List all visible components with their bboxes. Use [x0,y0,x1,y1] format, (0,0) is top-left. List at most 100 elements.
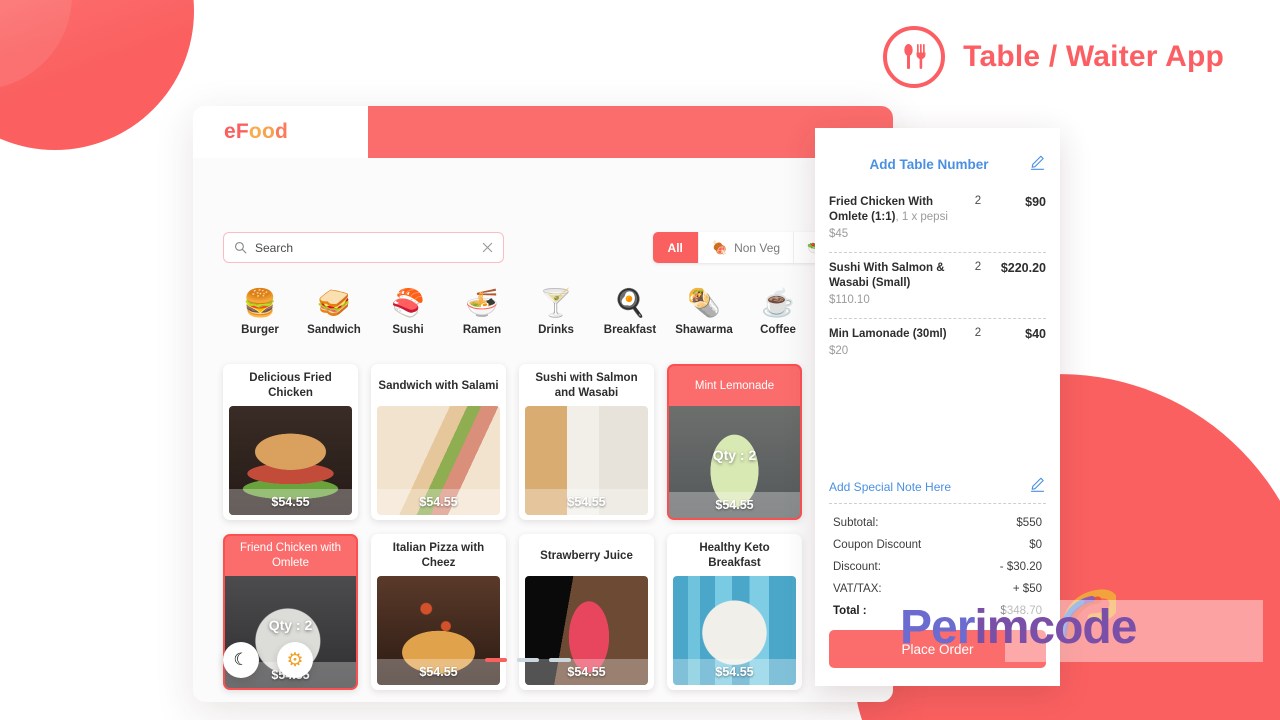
product-card[interactable]: Delicious Fried Chicken $54.55 [223,364,358,520]
total-value: $550 [1016,517,1042,529]
receipt-divider [829,318,1046,319]
pencil-icon[interactable] [1029,476,1046,497]
product-title: Delicious Fried Chicken [249,372,332,399]
table-number-row: Add Table Number [829,154,1046,177]
watermark-part1: Per [900,601,975,654]
category-breakfast[interactable]: 🍳 Breakfast [593,286,667,336]
moon-icon: ☾ [233,650,249,669]
total-label: Subtotal: [833,517,879,529]
filter-non-veg-label: Non Veg [734,240,781,255]
filter-all-button[interactable]: All [652,232,699,263]
watermark-text: Perimcode [900,600,1137,655]
category-burger[interactable]: 🍔 Burger [223,286,297,336]
category-label: Shawarma [675,324,733,336]
order-item-price: $40 [1025,327,1046,341]
filter-non-veg-button[interactable]: 🍖 Non Veg [698,232,795,263]
receipt-divider [829,252,1046,253]
logo-letter-o1: o [248,120,262,143]
category-shawarma[interactable]: 🌯 Shawarma [667,286,741,336]
category-drinks[interactable]: 🍸 Drinks [519,286,593,336]
total-label: Coupon Discount [833,539,922,551]
product-title: Healthy Keto Breakfast [699,542,770,569]
order-item[interactable]: Fried Chicken With Omlete (1:1), 1 x pep… [829,195,1046,248]
category-label: Sushi [392,324,424,336]
app-logo-cell[interactable]: eFood [193,106,368,158]
settings-button[interactable]: ⚙ [277,642,313,678]
category-label: Ramen [462,324,502,336]
meat-icon: 🍖 [711,239,729,255]
order-item-name-text: Min Lamonade (30ml) [829,328,947,340]
total-row-subtotal: Subtotal: $550 [829,512,1046,534]
brand-title: Table / Waiter App [963,40,1224,73]
coffee-icon: ☕ [761,288,795,318]
close-icon[interactable] [482,242,493,253]
product-card[interactable]: Sandwich with Salami $54.55 [371,364,506,520]
order-item[interactable]: Sushi With Salmon & Wasabi (Small) 2 $22… [829,261,1046,314]
pagination-dot-3[interactable] [549,658,571,662]
search-input-text: Search [255,240,294,255]
product-title: Sushi with Salmon and Wasabi [535,372,638,399]
total-label: VAT/TAX: [833,583,882,595]
product-image: Qty : 2 $54.55 [669,406,800,518]
filter-all-label: All [667,240,683,255]
app-window: eFood Search All 🍖 Non Veg 🍔 Burger 🥪 Sa… [193,106,893,702]
category-label: Breakfast [603,324,657,336]
spoon-fork-circle-icon [883,26,946,88]
total-row-discount: Discount: - $30.20 [829,556,1046,578]
receipt-spacer [829,365,1046,476]
category-sandwich[interactable]: 🥪 Sandwich [297,286,371,336]
pagination-dot-2[interactable] [517,658,539,662]
product-price: $54.55 [669,492,800,518]
app-footer: ☾ ⚙ [223,642,871,678]
product-price: $54.55 [377,489,500,515]
app-header: eFood [193,106,893,158]
pagination [485,658,571,662]
category-strip: 🍔 Burger 🥪 Sandwich 🍣 Sushi 🍜 Ramen 🍸 Dr… [223,286,863,336]
dark-mode-toggle[interactable]: ☾ [223,642,259,678]
order-item-name-text: Sushi With Salmon & Wasabi (Small) [829,262,945,289]
search-filter-row: Search All 🍖 Non Veg 🥗 Veg [223,232,863,263]
category-coffee[interactable]: ☕ Coffee [741,286,815,336]
product-title: Friend Chicken with Omlete [240,542,341,569]
search-icon [234,241,247,254]
product-image: $54.55 [229,406,352,515]
order-item-name: Min Lamonade (30ml) [829,327,966,342]
logo-letter-f: F [235,120,249,143]
special-note-row: Add Special Note Here [829,476,1046,499]
pagination-dot-1[interactable] [485,658,507,662]
product-card[interactable]: Sushi with Salmon and Wasabi $54.55 [519,364,654,520]
brand-header: Table / Waiter App [883,26,1224,88]
product-price: $54.55 [525,489,648,515]
product-title: Italian Pizza with Cheez [392,542,485,569]
category-label: Sandwich [307,324,361,336]
app-body: Search All 🍖 Non Veg 🥗 Veg [193,158,893,702]
category-label: Burger [241,324,279,336]
order-item-qty: 2 [974,261,982,273]
total-value: + $50 [1012,583,1042,595]
order-item-qty: 2 [974,327,982,339]
add-table-number-link[interactable]: Add Table Number [829,157,1029,172]
pencil-icon[interactable] [1029,154,1046,175]
order-item[interactable]: Min Lamonade (30ml) 2 $40 $20 [829,327,1046,365]
burger-icon: 🍔 [243,288,277,318]
category-sushi[interactable]: 🍣 Sushi [371,286,445,336]
product-price: $54.55 [229,489,352,515]
order-item-price: $90 [1025,195,1046,209]
efood-logo: eFood [224,120,288,144]
search-input[interactable]: Search [223,232,504,263]
product-image: $54.55 [525,406,648,515]
order-items-list: Fried Chicken With Omlete (1:1), 1 x pep… [829,195,1046,365]
logo-letter-d: d [274,120,289,143]
total-row-coupon-discount: Coupon Discount $0 [829,534,1046,556]
order-item-unit-price: $20 [829,345,849,357]
product-card-selected[interactable]: Mint Lemonade Qty : 2 $54.55 [667,364,802,520]
burrito-icon: 🌯 [687,288,721,318]
receipt-zigzag-edge [815,128,1060,135]
logo-letter-o2: o [261,120,275,143]
order-item-addons: , 1 x pepsi [895,211,948,223]
add-special-note-link[interactable]: Add Special Note Here [829,480,1029,494]
category-ramen[interactable]: 🍜 Ramen [445,286,519,336]
watermark-part2: imcode [974,601,1137,654]
cocktail-icon: 🍸 [539,288,573,318]
sandwich-icon: 🥪 [317,288,351,318]
